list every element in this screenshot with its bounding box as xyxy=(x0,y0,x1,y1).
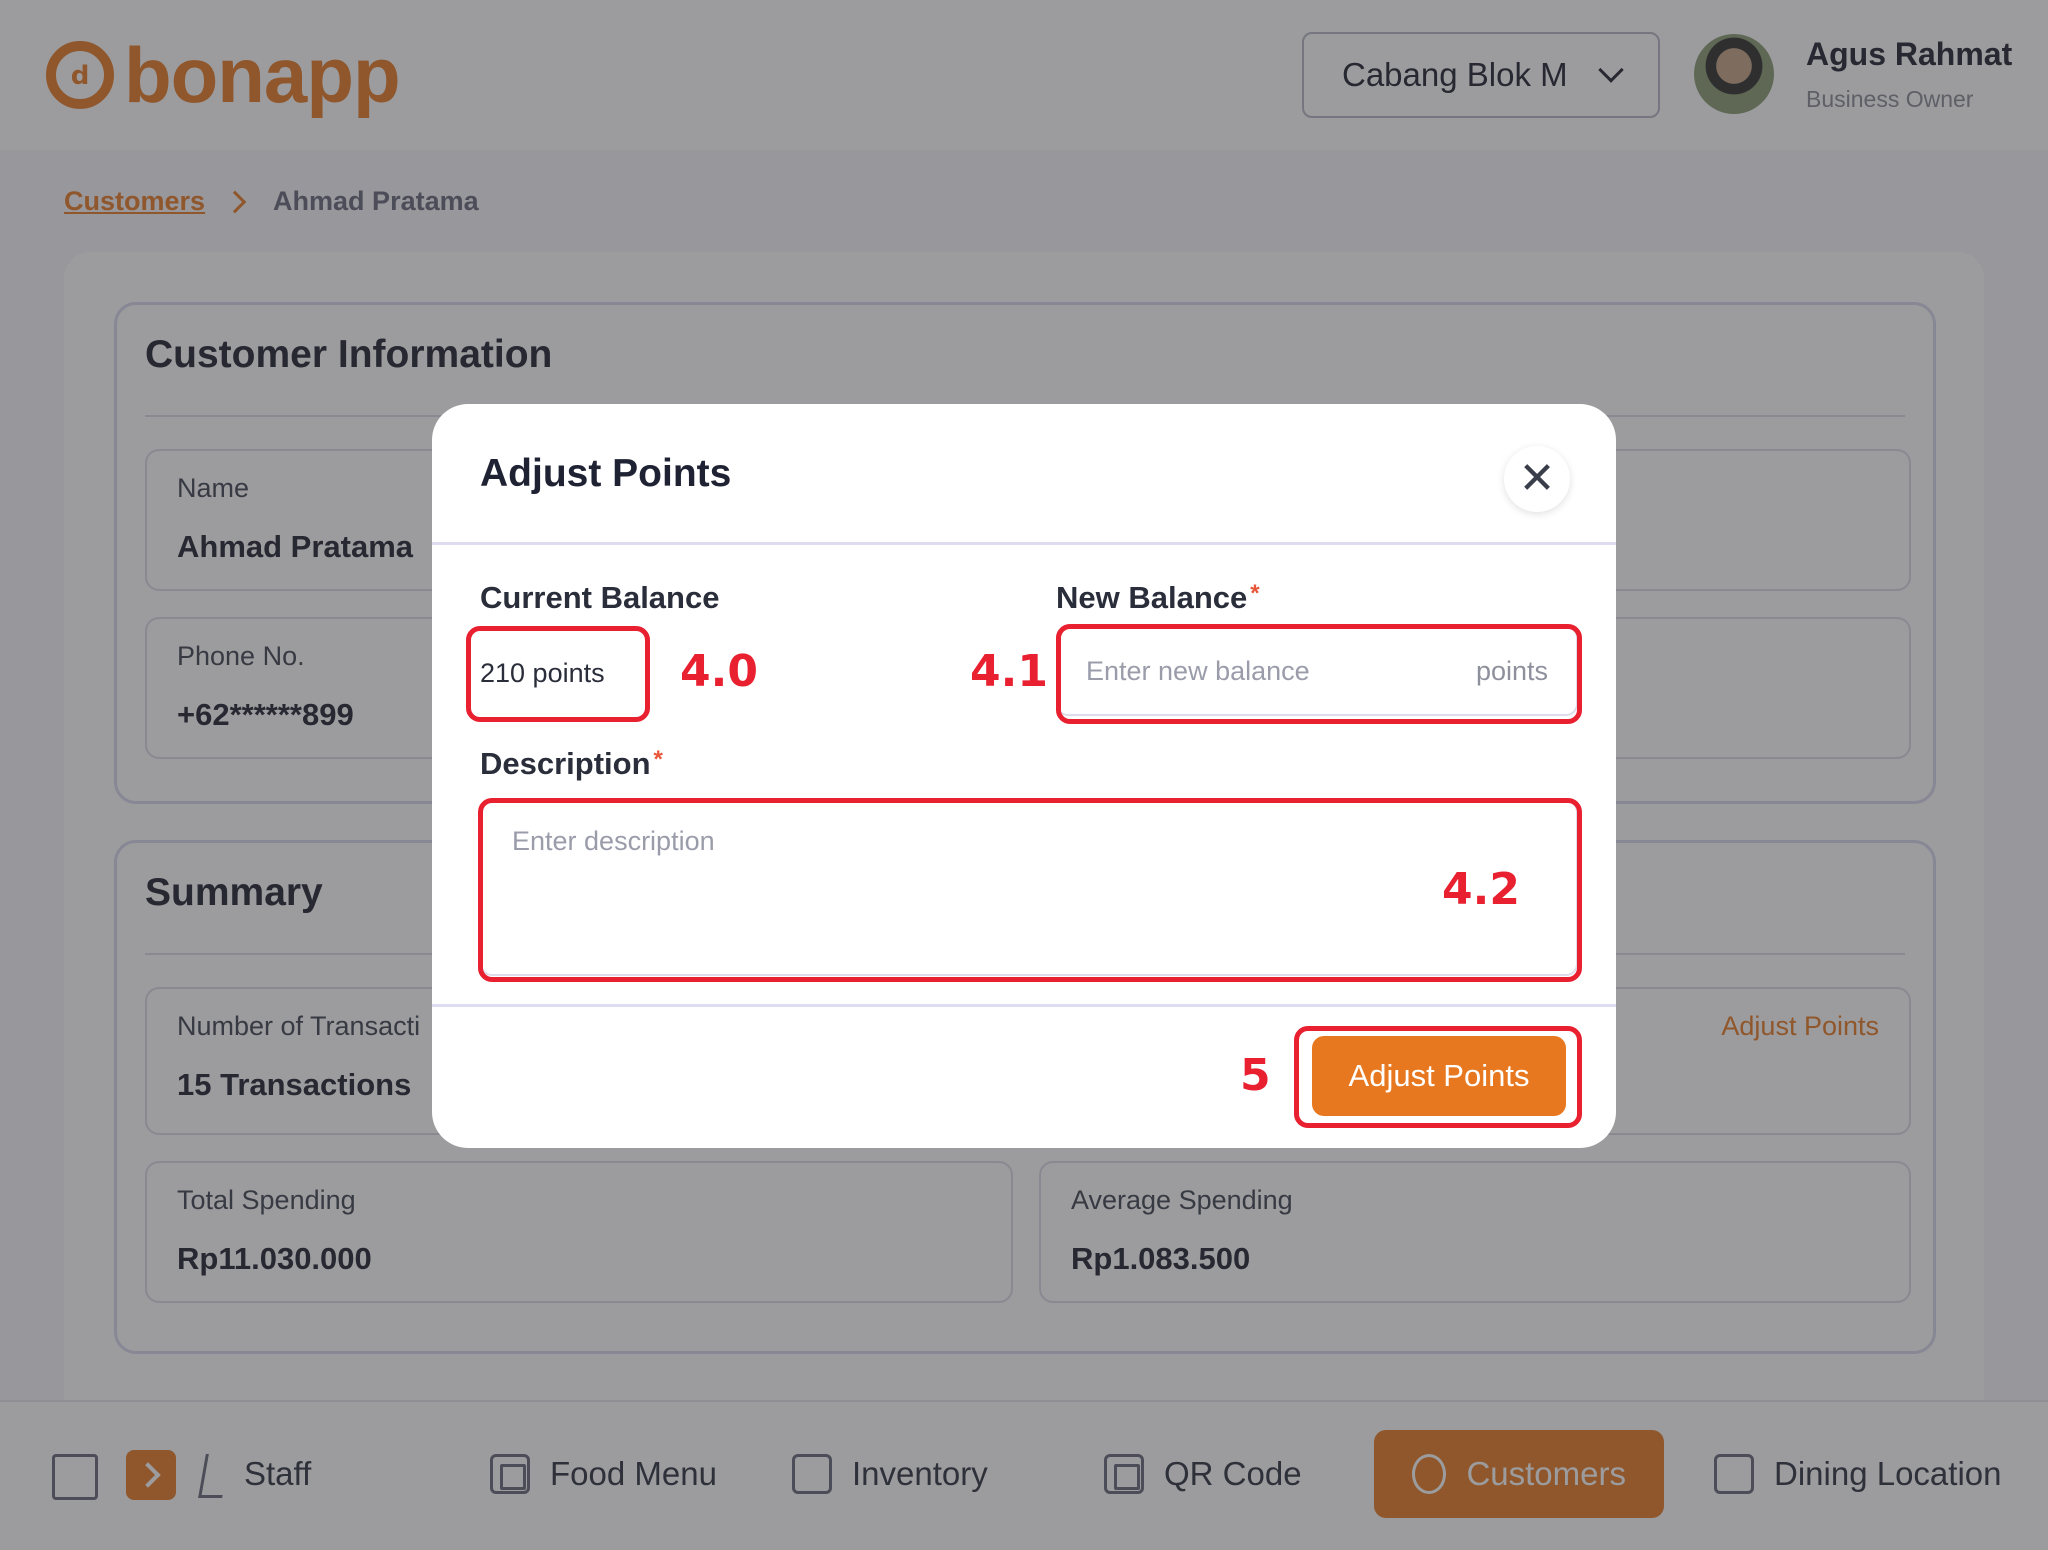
modal-header-divider xyxy=(432,542,1616,545)
highlight-new-balance xyxy=(1056,624,1582,724)
new-balance-label: New Balance * xyxy=(1056,580,1260,616)
annotation-label-description: 4.2 xyxy=(1442,864,1520,915)
required-marker: * xyxy=(1250,580,1260,607)
highlight-current-balance xyxy=(466,626,650,722)
modal-title: Adjust Points xyxy=(480,452,732,495)
required-marker: * xyxy=(653,746,663,773)
annotation-label-new-balance: 4.1 xyxy=(970,646,1048,697)
new-balance-label-text: New Balance xyxy=(1056,580,1248,615)
modal-footer-divider xyxy=(432,1004,1616,1007)
close-icon: ✕ xyxy=(1518,454,1556,503)
highlight-submit-button xyxy=(1294,1026,1582,1128)
close-button[interactable]: ✕ xyxy=(1504,446,1570,512)
highlight-description xyxy=(478,798,1582,982)
description-label-text: Description xyxy=(480,746,651,781)
annotation-label-current-balance: 4.0 xyxy=(680,646,758,697)
description-label: Description * xyxy=(480,746,663,782)
annotation-label-submit: 5 xyxy=(1240,1050,1271,1101)
current-balance-label-text: Current Balance xyxy=(480,580,720,615)
current-balance-label: Current Balance xyxy=(480,580,719,616)
